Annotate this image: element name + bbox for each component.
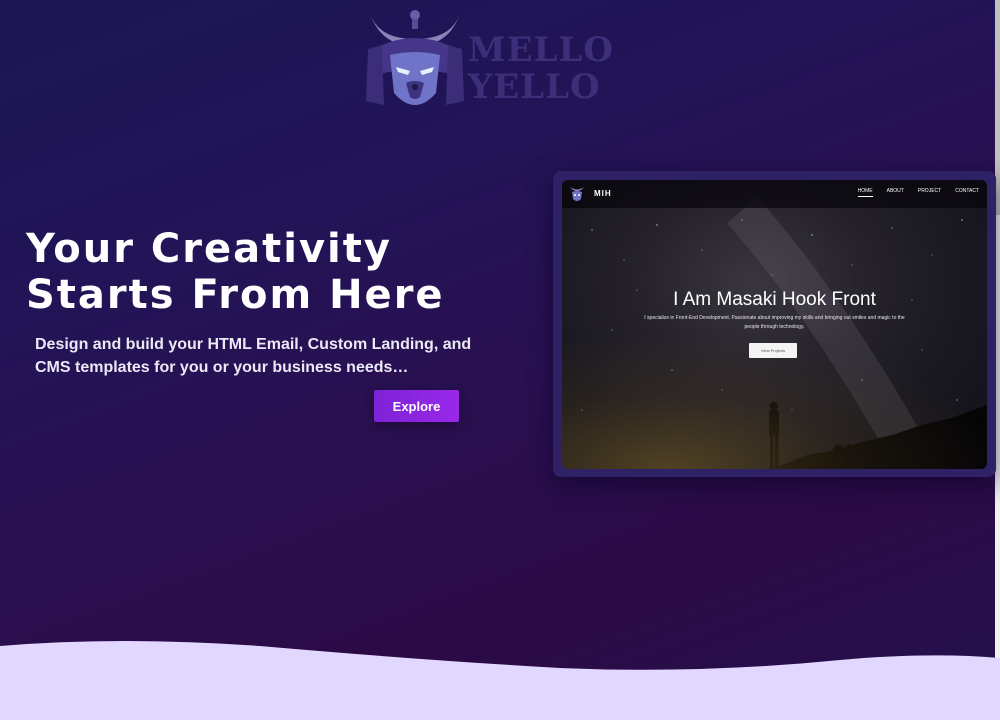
horizon-glow: [562, 339, 987, 469]
hero-title: Your Creativity Starts From Here: [26, 226, 445, 318]
preview-logo-icon: [570, 187, 584, 201]
hero-title-line-2: Starts From Here: [26, 272, 445, 318]
hero-subtitle: Design and build your HTML Email, Custom…: [35, 336, 472, 376]
preview-nav-contact: CONTACT: [955, 188, 979, 194]
preview-heading: I Am Masaki Hook Front: [673, 289, 876, 310]
explore-button[interactable]: Explore: [374, 390, 459, 422]
preview-brand: MIH: [594, 189, 612, 198]
bottom-wave: [0, 641, 1000, 720]
preview-view-projects-button: View Projects: [749, 343, 797, 358]
preview-nav-menu: HOME ABOUT PROJECT CONTACT: [857, 188, 979, 197]
site-logo[interactable]: MELLO YELLO: [360, 5, 613, 115]
preview-screenshot: MIH HOME ABOUT PROJECT CONTACT I Am Masa…: [562, 180, 987, 469]
logo-line-1: MELLO: [468, 30, 614, 70]
preview-nav-project: PROJECT: [917, 188, 942, 194]
logo-line-2: YELLO: [468, 67, 601, 107]
preview-nav-home: HOME: [857, 188, 873, 197]
preview-description: I specialize in Front-End Development. P…: [644, 315, 905, 330]
preview-nav-about: ABOUT: [886, 188, 904, 194]
hero-title-line-1: Your Creativity: [26, 226, 392, 272]
logo-text: MELLO YELLO: [468, 32, 614, 106]
preview-navbar: MIH HOME ABOUT PROJECT CONTACT: [562, 180, 987, 208]
portfolio-preview-card[interactable]: MIH HOME ABOUT PROJECT CONTACT I Am Masa…: [553, 171, 996, 477]
wolf-samurai-icon: [366, 10, 464, 105]
